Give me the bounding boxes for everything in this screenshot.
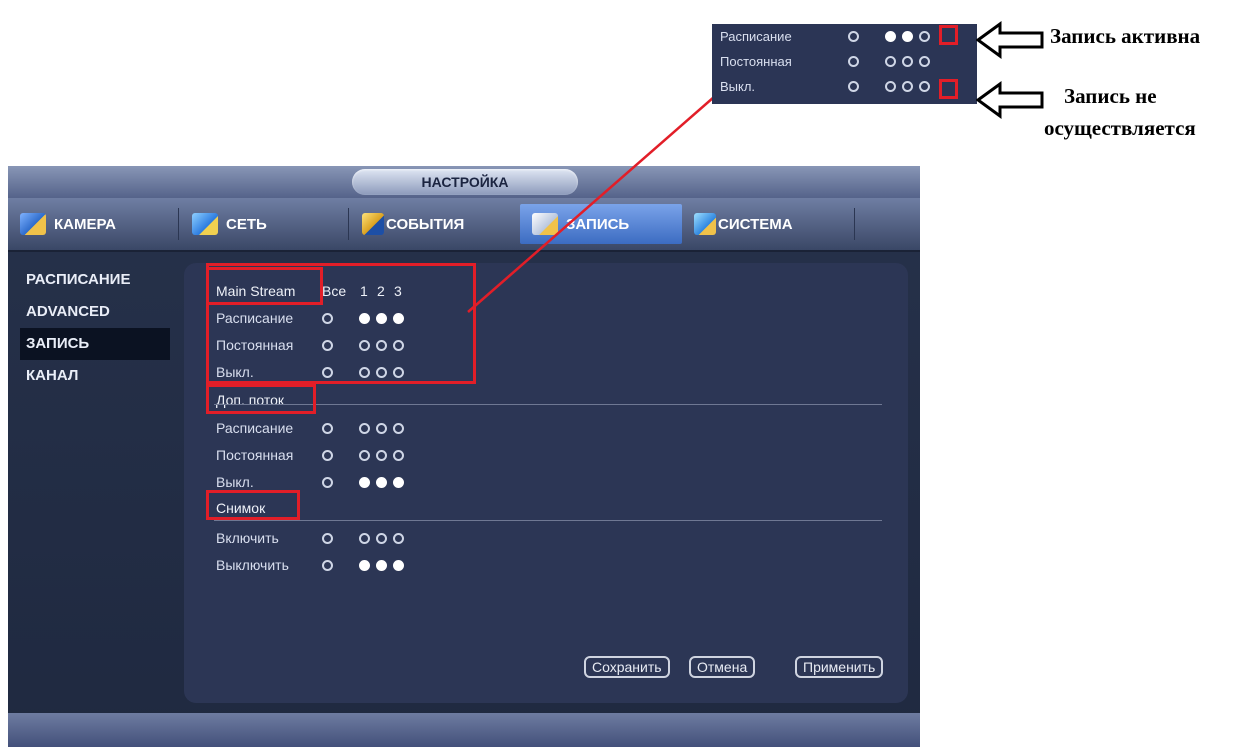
radio-channel-3[interactable] <box>919 30 930 42</box>
radio-channel-1[interactable] <box>359 422 370 434</box>
radio-channel-1[interactable] <box>359 532 370 544</box>
snapshot-row-label: Выключить <box>216 557 289 573</box>
snapshot-row-label: Включить <box>216 530 279 546</box>
highlight-main-stream-block <box>206 263 476 384</box>
tab-network[interactable]: СЕТЬ <box>192 204 342 244</box>
sidebar-item-advanced[interactable]: ADVANCED <box>20 296 170 328</box>
radio-channel-1[interactable] <box>885 30 896 42</box>
channel-radios <box>885 80 930 92</box>
tab-camera[interactable]: КАМЕРА <box>20 204 170 244</box>
radio-channel-1[interactable] <box>359 476 370 488</box>
zoomed-inset: Расписание Постоянная Выкл. <box>712 24 977 104</box>
radio-channel-3[interactable] <box>393 449 404 461</box>
channel-radios <box>359 449 404 461</box>
sub-stream-row: Постоянная <box>216 444 404 466</box>
radio-all[interactable] <box>322 422 333 434</box>
sidebar-item-record[interactable]: ЗАПИСЬ <box>20 328 170 360</box>
sidebar-item-channel[interactable]: КАНАЛ <box>20 360 170 392</box>
snapshot-row: Включить <box>216 527 404 549</box>
highlight-active-dot <box>939 25 958 45</box>
channel-radios <box>885 55 930 67</box>
radio-all[interactable] <box>322 476 333 488</box>
annotation-recording-inactive-line2: осуществляется <box>1044 116 1196 140</box>
network-icon <box>192 213 218 235</box>
annotation-recording-inactive-line1: Запись не <box>1064 84 1157 108</box>
radio-channel-2[interactable] <box>376 449 387 461</box>
channel-radios <box>359 422 404 434</box>
cancel-button[interactable]: Отмена <box>689 656 756 678</box>
radio-channel-1[interactable] <box>359 449 370 461</box>
snapshot-row: Выключить <box>216 554 404 576</box>
radio-channel-3[interactable] <box>919 80 930 92</box>
radio-channel-2[interactable] <box>376 422 387 434</box>
arrow-left-icon <box>976 81 1044 119</box>
inset-row: Расписание <box>720 26 930 46</box>
inset-row: Выкл. <box>720 76 930 96</box>
sub-stream-row-label: Постоянная <box>216 447 294 463</box>
tab-network-label: СЕТЬ <box>226 215 267 233</box>
inset-row-label: Постоянная <box>720 53 792 69</box>
channel-radios <box>885 30 930 42</box>
sub-stream-row-label: Расписание <box>216 420 294 436</box>
radio-channel-3[interactable] <box>393 422 404 434</box>
section-divider <box>214 520 882 521</box>
radio-all[interactable] <box>848 30 859 42</box>
arrow-left-icon <box>976 21 1044 59</box>
connector-line <box>467 89 723 313</box>
radio-channel-2[interactable] <box>902 80 913 92</box>
inset-row: Постоянная <box>720 51 930 71</box>
inset-row-label: Выкл. <box>720 78 756 94</box>
footer-bar <box>8 713 920 747</box>
annotation-recording-active: Запись активна <box>1050 24 1201 48</box>
radio-all[interactable] <box>322 559 333 571</box>
sub-stream-row-label: Выкл. <box>216 474 254 490</box>
tab-camera-label: КАМЕРА <box>54 215 117 233</box>
channel-radios <box>359 559 404 571</box>
sidebar-item-schedule[interactable]: РАСПИСАНИЕ <box>20 264 170 296</box>
highlight-inactive-dot <box>939 79 958 99</box>
radio-channel-1[interactable] <box>885 55 896 67</box>
radio-all[interactable] <box>322 449 333 461</box>
tab-divider <box>178 208 179 240</box>
channel-radios <box>359 532 404 544</box>
events-icon <box>362 213 384 235</box>
radio-channel-2[interactable] <box>902 55 913 67</box>
tab-events-label: СОБЫТИЯ <box>386 215 465 233</box>
channel-radios <box>359 476 404 488</box>
radio-channel-2[interactable] <box>376 532 387 544</box>
highlight-sub-stream <box>206 384 316 414</box>
inset-row-label: Расписание <box>720 28 792 44</box>
apply-button[interactable]: Применить <box>795 656 884 678</box>
tab-divider <box>854 208 855 240</box>
radio-channel-3[interactable] <box>393 532 404 544</box>
sidebar: РАСПИСАНИЕ ADVANCED ЗАПИСЬ КАНАЛ <box>20 264 170 392</box>
radio-channel-3[interactable] <box>393 559 404 571</box>
radio-channel-2[interactable] <box>376 559 387 571</box>
radio-all[interactable] <box>322 532 333 544</box>
radio-channel-2[interactable] <box>902 30 913 42</box>
radio-channel-3[interactable] <box>919 55 930 67</box>
radio-all[interactable] <box>848 55 859 67</box>
camera-icon <box>20 213 46 235</box>
radio-channel-1[interactable] <box>359 559 370 571</box>
highlight-snapshot <box>206 490 300 520</box>
sub-stream-row: Расписание <box>216 417 404 439</box>
radio-channel-3[interactable] <box>393 476 404 488</box>
radio-all[interactable] <box>848 80 859 92</box>
tab-divider <box>348 208 349 240</box>
save-button[interactable]: Сохранить <box>584 656 670 678</box>
radio-channel-2[interactable] <box>376 476 387 488</box>
radio-channel-1[interactable] <box>885 80 896 92</box>
